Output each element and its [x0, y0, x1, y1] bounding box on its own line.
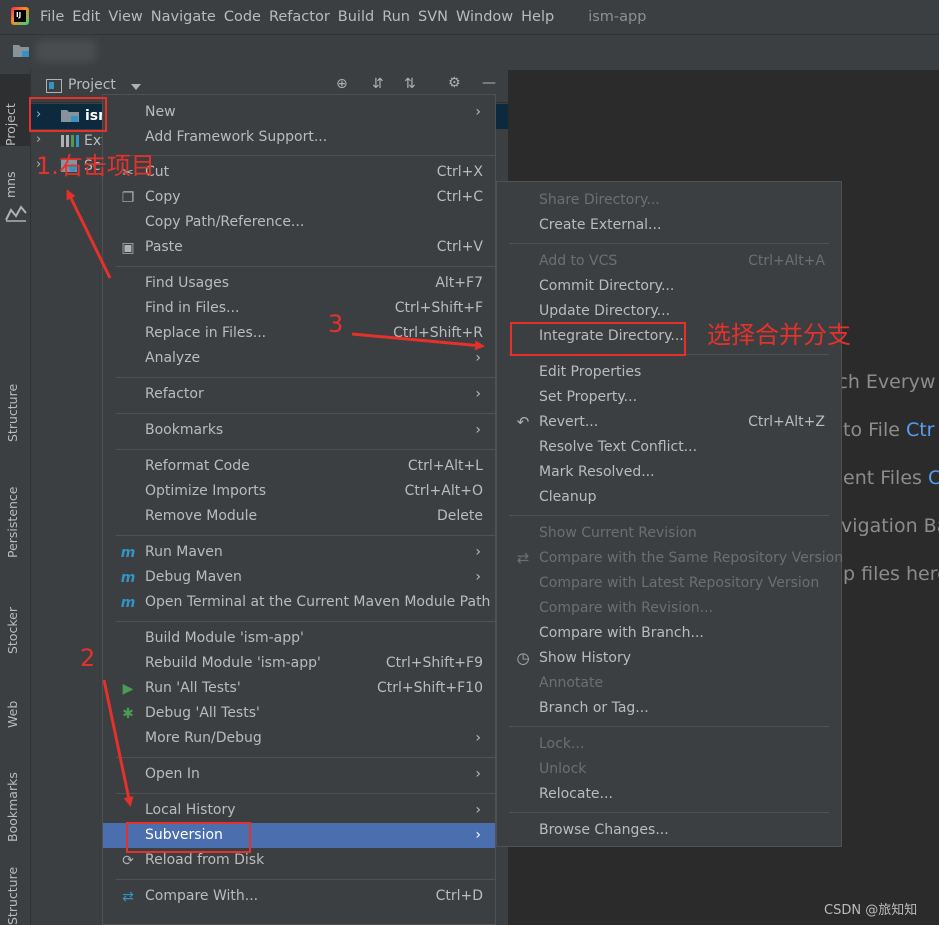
arrow-step-3 — [351, 332, 485, 351]
annotation-arrows — [66, 189, 485, 807]
arrow-step-1 — [66, 189, 112, 279]
arrow-step-2 — [102, 679, 134, 807]
